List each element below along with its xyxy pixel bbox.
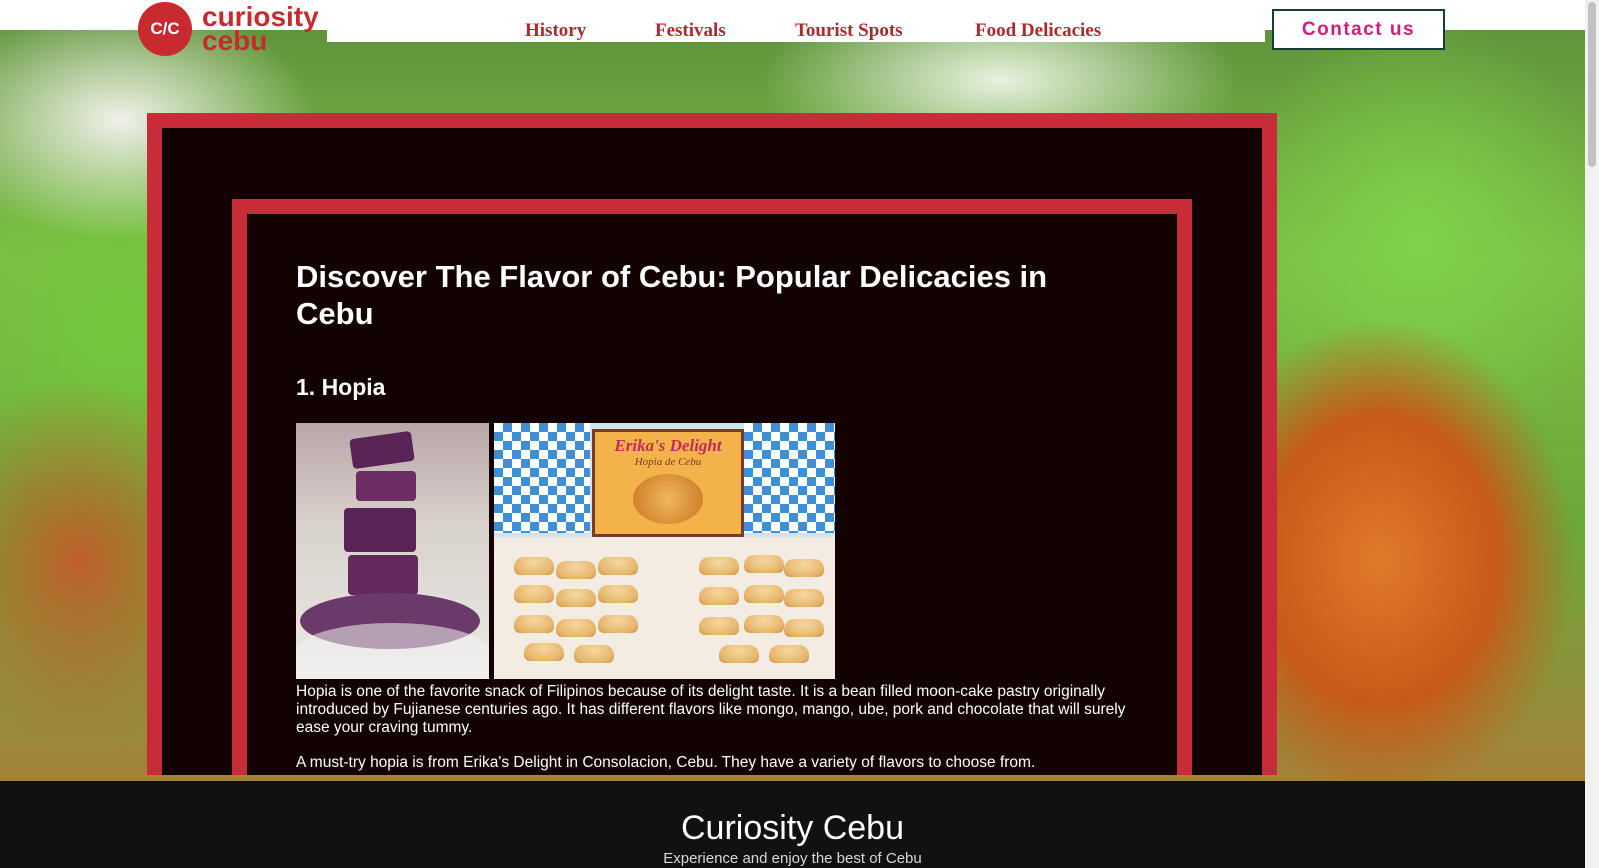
erikas-delight-photo: Erika's Delight Hopia de Cebu (494, 423, 835, 679)
logo-line2: cebu (202, 25, 268, 56)
contact-button[interactable]: Contact us (1272, 9, 1445, 50)
footer: Curiosity Cebu Experience and enjoy the … (0, 781, 1585, 868)
logo-badge: C/C (138, 2, 192, 56)
article-content: Discover The Flavor of Cebu: Popular Del… (296, 258, 1126, 771)
paragraph: Hopia is one of the favorite snack of Fi… (296, 683, 1126, 736)
section-title: 1. Hopia (296, 374, 386, 400)
nav-link-festivals[interactable]: Festivals (655, 20, 726, 42)
page-scrollbar[interactable] (1585, 0, 1599, 868)
erikas-box-subtitle: Hopia de Cebu (634, 456, 702, 468)
pastry-tray (494, 537, 835, 679)
hopia-description: Hopia is one of the favorite snack of Fi… (296, 683, 1126, 789)
footer-title: Curiosity Cebu (681, 809, 904, 847)
article-title: Discover The Flavor of Cebu: Popular Del… (296, 259, 1048, 331)
paragraph: A must-try hopia is from Erika's Delight… (296, 754, 1036, 771)
nav-link-tourist-spots[interactable]: Tourist Spots (795, 20, 903, 42)
erikas-box-title: Erika's Delight (614, 436, 722, 455)
hopia-photos: Erika's Delight Hopia de Cebu (296, 423, 835, 679)
nav-link-history[interactable]: History (525, 20, 586, 42)
nav-link-food-delicacies[interactable]: Food Delicacies (975, 20, 1101, 42)
scrollbar-thumb[interactable] (1588, 2, 1596, 167)
site-logo[interactable]: C/C curiosity cebu (138, 2, 319, 56)
erikas-delight-box: Erika's Delight Hopia de Cebu (592, 429, 744, 537)
ube-hopia-photo (296, 423, 489, 679)
logo-text: curiosity cebu (202, 3, 319, 56)
footer-subtitle: Experience and enjoy the best of Cebu (663, 850, 922, 867)
